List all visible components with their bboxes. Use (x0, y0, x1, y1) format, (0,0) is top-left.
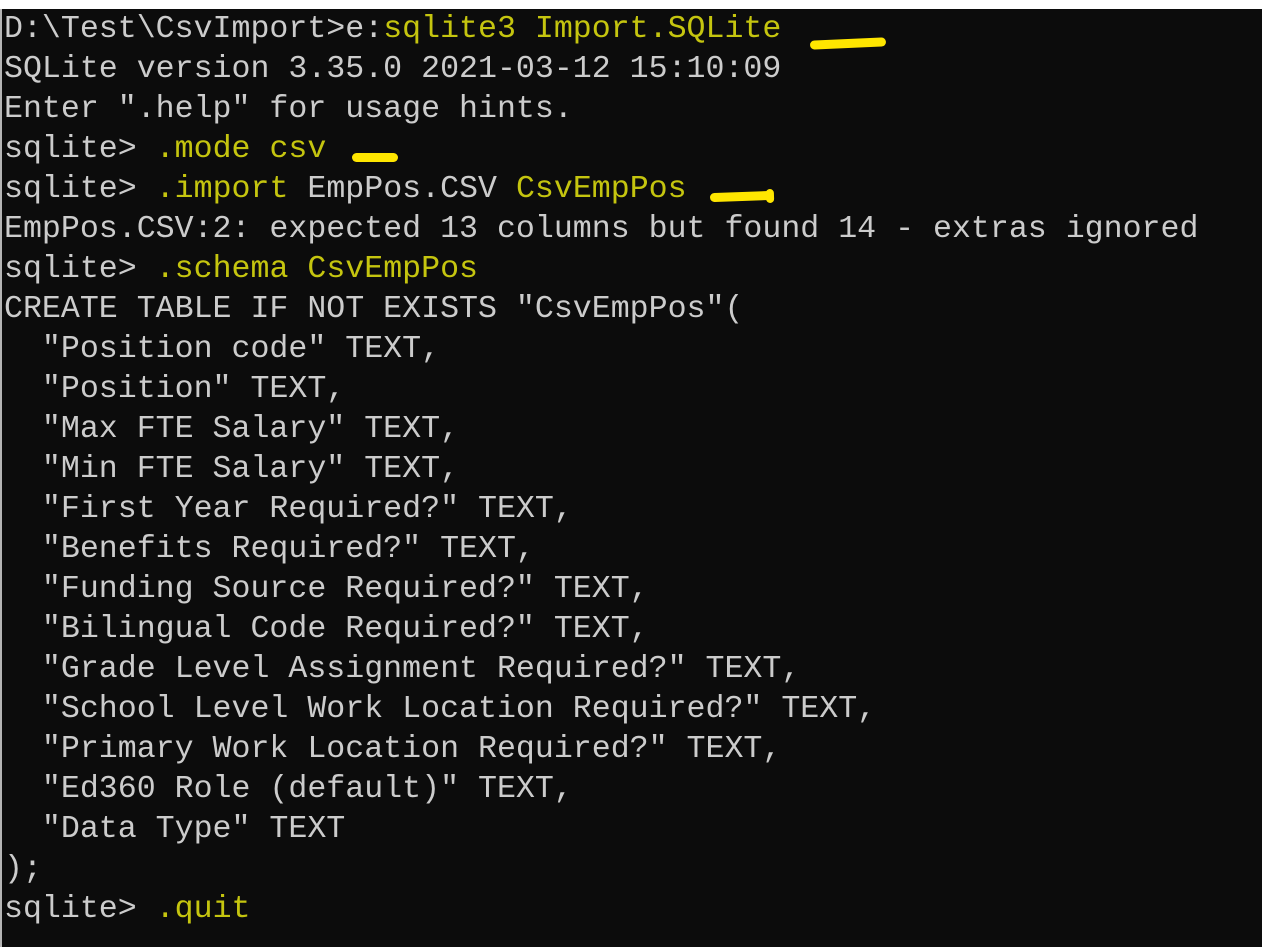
console-line: "Bilingual Code Required?" TEXT, (4, 610, 1198, 650)
console-line: sqlite> .import EmpPos.CSV CsvEmpPos (4, 170, 1198, 210)
console-text: CREATE TABLE IF NOT EXISTS "CsvEmpPos"( (4, 292, 744, 327)
console-text: "Max FTE Salary" TEXT, (4, 412, 460, 447)
console-text: "Position" TEXT, (4, 372, 346, 407)
console-text: D:\Test\CsvImport>e: (4, 12, 384, 47)
console-line: ); (4, 850, 1198, 890)
console-line: "Ed360 Role (default)" TEXT, (4, 770, 1198, 810)
console-text: sqlite> (4, 892, 156, 927)
console-line: EmpPos.CSV:2: expected 13 columns but fo… (4, 210, 1198, 250)
console-command-text: sqlite3 Import.SQLite (383, 12, 782, 47)
console-text: "Ed360 Role (default)" TEXT, (4, 772, 573, 807)
console-line: "Position code" TEXT, (4, 330, 1198, 370)
console-line: "Grade Level Assignment Required?" TEXT, (4, 650, 1198, 690)
console-text: "Min FTE Salary" TEXT, (4, 452, 460, 487)
console-line: "Max FTE Salary" TEXT, (4, 410, 1198, 450)
console-command-text: .mode csv (155, 132, 327, 167)
console-line: "First Year Required?" TEXT, (4, 490, 1198, 530)
console-line: "Primary Work Location Required?" TEXT, (4, 730, 1198, 770)
console-text: "Primary Work Location Required?" TEXT, (4, 732, 782, 767)
console-text: sqlite> (4, 172, 156, 207)
console-command-text: .quit (155, 892, 251, 927)
console-command-text: CsvEmpPos (515, 172, 687, 207)
console-line: "Min FTE Salary" TEXT, (4, 450, 1198, 490)
console-line: "Position" TEXT, (4, 370, 1198, 410)
console-text: "School Level Work Location Required?" T… (4, 692, 877, 727)
console-text: SQLite version 3.35.0 2021-03-12 15:10:0… (4, 52, 782, 87)
console-line: Enter ".help" for usage hints. (4, 90, 1198, 130)
console-output: D:\Test\CsvImport>e:sqlite3 Import.SQLit… (4, 10, 1198, 930)
console-command-text: .schema CsvEmpPos (155, 252, 478, 287)
console-line: SQLite version 3.35.0 2021-03-12 15:10:0… (4, 50, 1198, 90)
console-text: "Data Type" TEXT (4, 812, 346, 847)
console-text: sqlite> (4, 132, 156, 167)
console-line: "Benefits Required?" TEXT, (4, 530, 1198, 570)
console-command-text: .import (155, 172, 308, 207)
console-line: sqlite> .quit (4, 890, 1198, 930)
console-line: "School Level Work Location Required?" T… (4, 690, 1198, 730)
console-text: ); (4, 852, 42, 887)
console-line: "Funding Source Required?" TEXT, (4, 570, 1198, 610)
console-text: "Bilingual Code Required?" TEXT, (4, 612, 649, 647)
console-text: sqlite> (4, 252, 156, 287)
console-text: "First Year Required?" TEXT, (4, 492, 573, 527)
console-line: sqlite> .schema CsvEmpPos (4, 250, 1198, 290)
console-line: CREATE TABLE IF NOT EXISTS "CsvEmpPos"( (4, 290, 1198, 330)
console-text: EmpPos.CSV (307, 172, 516, 207)
console-window[interactable]: D:\Test\CsvImport>e:sqlite3 Import.SQLit… (0, 9, 1262, 947)
console-text: "Position code" TEXT, (4, 332, 441, 367)
console-line: D:\Test\CsvImport>e:sqlite3 Import.SQLit… (4, 10, 1198, 50)
console-text: "Funding Source Required?" TEXT, (4, 572, 649, 607)
console-line: "Data Type" TEXT (4, 810, 1198, 850)
console-line: sqlite> .mode csv (4, 130, 1198, 170)
console-text: "Grade Level Assignment Required?" TEXT, (4, 652, 801, 687)
console-text: EmpPos.CSV:2: expected 13 columns but fo… (4, 212, 1199, 247)
console-text: Enter ".help" for usage hints. (4, 92, 573, 127)
annotation-underline-mode-csv (352, 153, 398, 162)
console-text: "Benefits Required?" TEXT, (4, 532, 535, 567)
